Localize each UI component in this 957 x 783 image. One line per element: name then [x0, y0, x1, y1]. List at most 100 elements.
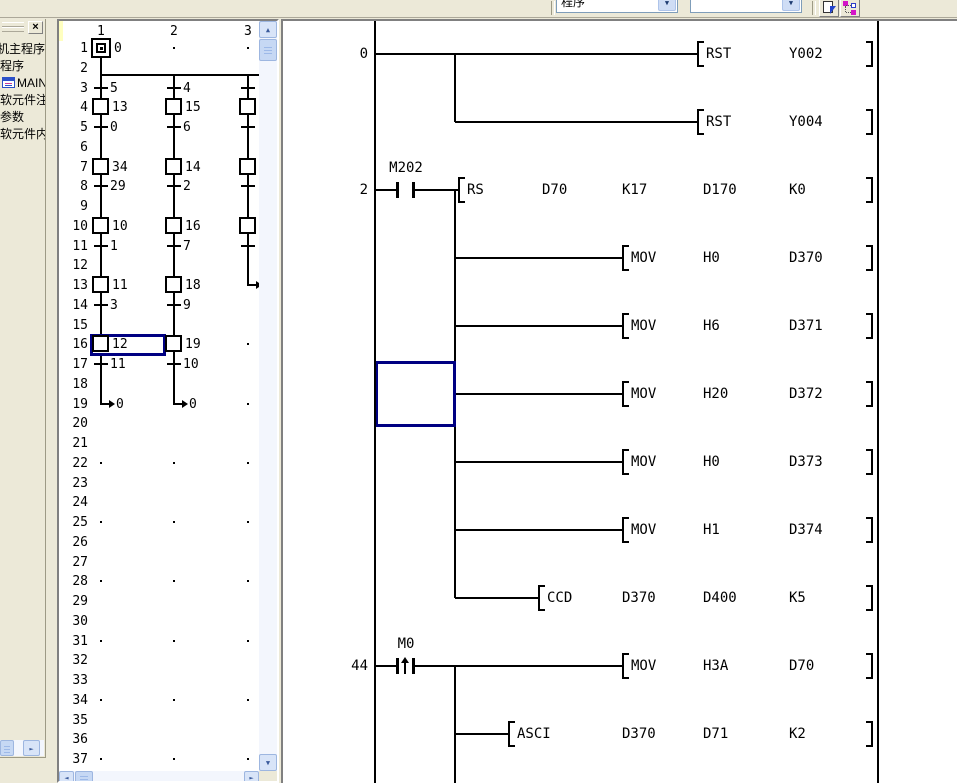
sfc-transition[interactable]: [167, 363, 181, 365]
sfc-transition[interactable]: [94, 126, 108, 128]
sfc-transition[interactable]: [167, 126, 181, 128]
instruction-operand[interactable]: H20: [703, 386, 728, 402]
sfc-scroll-left-button[interactable]: ◄: [59, 771, 74, 783]
combo-dropdown-arrow-icon[interactable]: ▼: [782, 0, 800, 11]
instruction-name-ASCI[interactable]: ASCI: [517, 726, 551, 742]
instruction-name-CCD[interactable]: CCD: [547, 590, 572, 606]
tree-item-4[interactable]: 参数: [0, 109, 45, 125]
sfc-transition[interactable]: [241, 126, 255, 128]
instruction-operand[interactable]: K5: [789, 590, 806, 606]
sfc-row-number: 14: [62, 298, 88, 313]
instruction-operand[interactable]: D372: [789, 386, 823, 402]
sfc-scroll-right-button[interactable]: ►: [244, 771, 259, 783]
sfc-scroll-down-button[interactable]: ▼: [259, 754, 277, 771]
tree-scroll-right-button[interactable]: ►: [23, 740, 40, 756]
instruction-name-MOV[interactable]: MOV: [631, 386, 656, 402]
close-panel-button[interactable]: ×: [28, 21, 43, 34]
sfc-step[interactable]: [92, 217, 109, 234]
sfc-transition[interactable]: [167, 87, 181, 89]
sfc-transition[interactable]: [167, 304, 181, 306]
instruction-operand[interactable]: D371: [789, 318, 823, 334]
instruction-operand[interactable]: Y002: [789, 46, 823, 62]
instruction-operand[interactable]: D70: [542, 182, 567, 198]
sfc-step[interactable]: [92, 335, 109, 352]
sfc-transition-number: 7: [183, 239, 191, 254]
instruction-operand[interactable]: K17: [622, 182, 647, 198]
instruction-operand[interactable]: D70: [789, 658, 814, 674]
program-type-combo[interactable]: 程序 ▼: [556, 0, 678, 13]
sfc-transition[interactable]: [94, 245, 108, 247]
combo-dropdown-arrow-icon[interactable]: ▼: [658, 0, 676, 11]
instruction-operand[interactable]: D400: [703, 590, 737, 606]
instruction-name-MOV[interactable]: MOV: [631, 454, 656, 470]
sfc-transition[interactable]: [241, 245, 255, 247]
instruction-operand[interactable]: H0: [703, 250, 720, 266]
tree-item-main[interactable]: MAIN: [0, 75, 45, 91]
instruction-operand[interactable]: Y004: [789, 114, 823, 130]
ladder-contact-M202[interactable]: [394, 180, 418, 200]
tree-item-1[interactable]: 程序: [0, 58, 45, 74]
instruction-name-MOV[interactable]: MOV: [631, 658, 656, 674]
instruction-close-bracket: [866, 517, 873, 543]
project-tree-toggle-button[interactable]: [840, 0, 860, 17]
tree-item-3[interactable]: 软元件注: [0, 92, 45, 108]
sfc-transition[interactable]: [167, 185, 181, 187]
tree-item-5[interactable]: 软元件内: [0, 126, 45, 142]
sfc-scroll-up-button[interactable]: ▲: [259, 21, 277, 38]
sfc-grid-dot: [173, 640, 175, 642]
sfc-step[interactable]: [165, 217, 182, 234]
instruction-name-RST[interactable]: RST: [706, 46, 731, 62]
instruction-operand[interactable]: D370: [622, 726, 656, 742]
sfc-vscrollbar-thumb[interactable]: [259, 39, 277, 61]
instruction-operand[interactable]: D373: [789, 454, 823, 470]
instruction-name-MOV[interactable]: MOV: [631, 318, 656, 334]
sfc-transition[interactable]: [94, 87, 108, 89]
tree-hscrollbar-thumb[interactable]: [0, 740, 14, 756]
panel-drag-handle[interactable]: [2, 27, 24, 32]
contact-bar: [412, 658, 415, 674]
sfc-jump-line[interactable]: [247, 284, 256, 286]
sfc-step[interactable]: [239, 98, 256, 115]
instruction-name-MOV[interactable]: MOV: [631, 522, 656, 538]
instruction-operand[interactable]: H6: [703, 318, 720, 334]
instruction-operand[interactable]: D370: [622, 590, 656, 606]
secondary-combo[interactable]: ▼: [690, 0, 802, 13]
sfc-transition[interactable]: [94, 363, 108, 365]
sfc-jump-line[interactable]: [173, 403, 182, 405]
instruction-operand[interactable]: D170: [703, 182, 737, 198]
sfc-transition[interactable]: [94, 304, 108, 306]
instruction-operand[interactable]: H1: [703, 522, 720, 538]
ladder-rung-line: [455, 257, 622, 259]
sfc-transition[interactable]: [94, 185, 108, 187]
sfc-step[interactable]: [165, 335, 182, 352]
instruction-operand[interactable]: K0: [789, 182, 806, 198]
sfc-step[interactable]: [92, 276, 109, 293]
instruction-operand[interactable]: H0: [703, 454, 720, 470]
sfc-step[interactable]: [165, 276, 182, 293]
sfc-step[interactable]: [239, 158, 256, 175]
instruction-name-RST[interactable]: RST: [706, 114, 731, 130]
sfc-hscrollbar-thumb[interactable]: [75, 771, 93, 783]
sfc-vscrollbar-track[interactable]: [259, 21, 277, 771]
instruction-operand[interactable]: K2: [789, 726, 806, 742]
sfc-transition[interactable]: [167, 245, 181, 247]
sfc-transition[interactable]: [241, 87, 255, 89]
instruction-operand[interactable]: D370: [789, 250, 823, 266]
sfc-initial-step[interactable]: [91, 38, 111, 58]
sfc-step[interactable]: [92, 158, 109, 175]
ladder-contact-M0[interactable]: [394, 656, 418, 676]
sfc-transition[interactable]: [241, 185, 255, 187]
instruction-operand[interactable]: D374: [789, 522, 823, 538]
instruction-operand[interactable]: H3A: [703, 658, 728, 674]
tree-item-0[interactable]: 机主程序: [0, 41, 45, 57]
instruction-name-RS[interactable]: RS: [467, 182, 484, 198]
sfc-step[interactable]: [165, 158, 182, 175]
sfc-step[interactable]: [92, 98, 109, 115]
instruction-operand[interactable]: D71: [703, 726, 728, 742]
instruction-name-MOV[interactable]: MOV: [631, 250, 656, 266]
new-window-button[interactable]: [819, 0, 839, 17]
sfc-jump-line[interactable]: [100, 403, 109, 405]
sfc-row-number: 16: [62, 337, 88, 352]
sfc-step[interactable]: [165, 98, 182, 115]
sfc-step[interactable]: [239, 217, 256, 234]
